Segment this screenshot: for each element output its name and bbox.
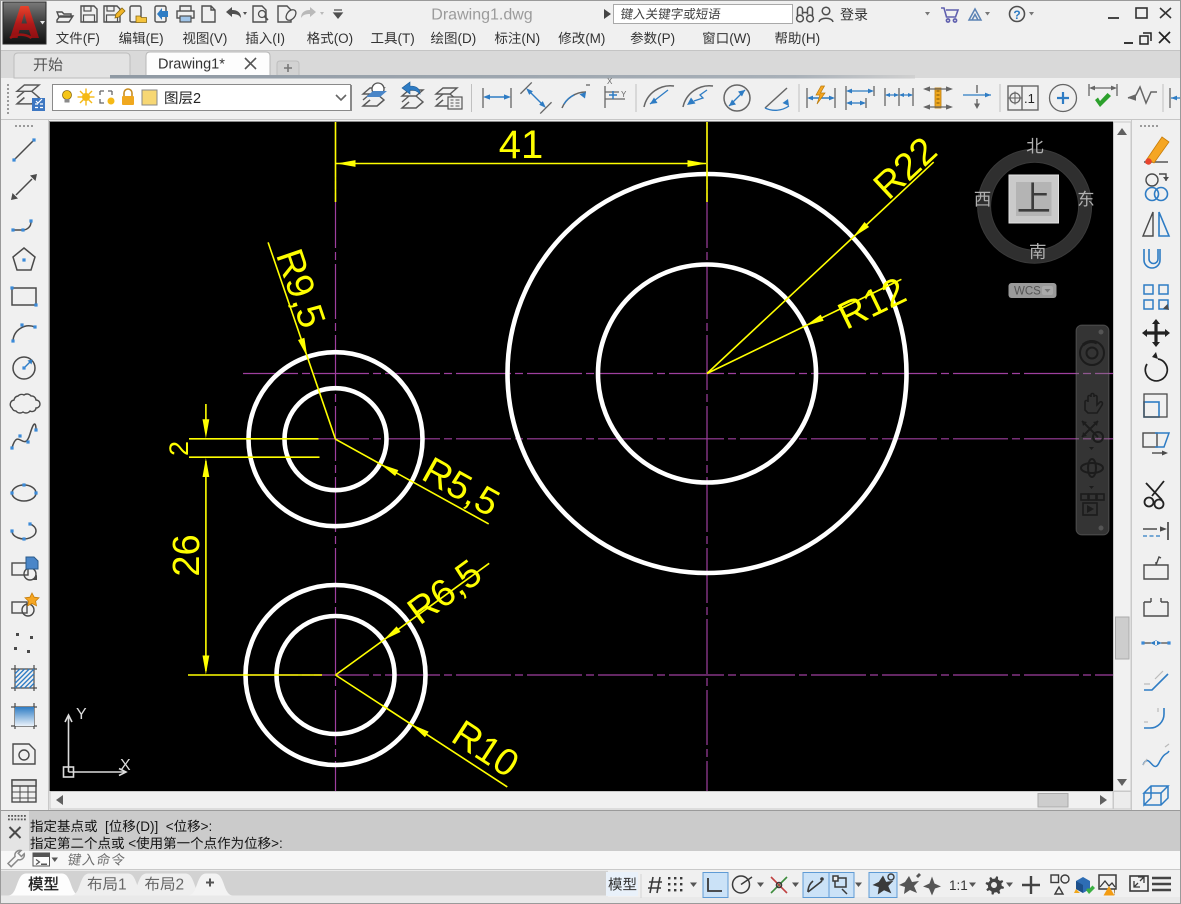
- svg-text:2: 2: [176, 877, 185, 894]
- svg-text:(D)] <: (D)] <: [136, 819, 174, 834]
- svg-text:(D): (D): [458, 31, 477, 46]
- svg-text:Drawing1*: Drawing1*: [158, 57, 225, 73]
- svg-text:>:: >:: [201, 819, 213, 834]
- svg-text:X: X: [607, 77, 613, 86]
- svg-text:(E): (E): [146, 31, 164, 46]
- svg-text:(T): (T): [398, 31, 415, 46]
- svg-text:Drawing1.dwg: Drawing1.dwg: [431, 7, 532, 24]
- svg-text:26: 26: [166, 534, 208, 576]
- svg-text:2: 2: [193, 91, 201, 107]
- svg-text:WCS: WCS: [1014, 286, 1041, 298]
- svg-text:41: 41: [499, 123, 544, 167]
- svg-text:2: 2: [164, 441, 194, 456]
- svg-text:(H): (H): [801, 31, 820, 46]
- svg-text:1: 1: [118, 877, 127, 894]
- svg-text:(V): (V): [209, 31, 227, 46]
- svg-text:>:: >:: [271, 836, 283, 851]
- svg-text:(I): (I): [272, 31, 285, 46]
- svg-text:.1: .1: [1024, 91, 1035, 106]
- svg-text:X: X: [120, 757, 131, 774]
- svg-text:[: [: [98, 819, 110, 834]
- svg-text:(W): (W): [729, 31, 751, 46]
- svg-text:(M): (M): [585, 31, 605, 46]
- svg-text:Y: Y: [76, 706, 87, 723]
- svg-text:(P): (P): [657, 31, 675, 46]
- svg-text:(O): (O): [334, 31, 354, 46]
- svg-text:<: <: [125, 836, 137, 851]
- svg-text:1:1: 1:1: [949, 878, 968, 893]
- svg-text:?: ?: [1013, 8, 1020, 22]
- svg-text:(F): (F): [83, 31, 100, 46]
- svg-text:(N): (N): [521, 31, 540, 46]
- svg-text:!: !: [1113, 888, 1115, 897]
- svg-text:Y: Y: [621, 90, 627, 99]
